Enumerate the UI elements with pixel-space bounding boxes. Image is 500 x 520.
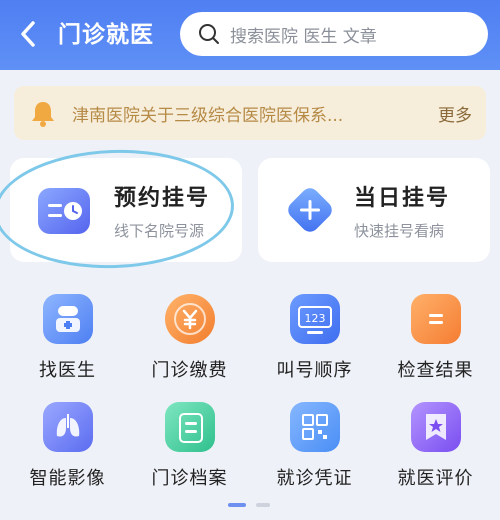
archive-icon xyxy=(164,402,215,452)
same-day-card[interactable]: 当日挂号 快速挂号看病 xyxy=(258,158,490,262)
page-dot[interactable] xyxy=(256,503,270,507)
page-indicator xyxy=(0,503,500,509)
grid-label: 就医评价 xyxy=(397,468,474,489)
report-icon xyxy=(410,294,461,344)
page-dot-active[interactable] xyxy=(228,503,246,507)
yuan-coin-icon xyxy=(164,294,215,344)
notice-more-link[interactable]: 更多 xyxy=(438,101,472,126)
chevron-left-icon xyxy=(21,21,35,47)
grid-item-payment[interactable]: 门诊缴费 xyxy=(127,294,252,382)
grid-item-results[interactable]: 检查结果 xyxy=(373,294,498,382)
grid-label: 叫号顺序 xyxy=(276,360,353,381)
grid-item-find-doctor[interactable]: 找医生 xyxy=(5,294,130,382)
grid-label: 找医生 xyxy=(39,360,96,381)
grid-item-voucher[interactable]: 就诊凭证 xyxy=(252,402,377,490)
grid-item-imaging[interactable]: 智能影像 xyxy=(5,402,130,490)
page-title: 门诊就医 xyxy=(58,22,154,48)
back-button[interactable] xyxy=(12,16,44,52)
grid-label: 门诊缴费 xyxy=(151,360,228,381)
grid-label: 智能影像 xyxy=(29,468,106,489)
search-icon xyxy=(198,23,220,45)
queue-number-icon: 123 xyxy=(289,294,340,344)
bell-icon xyxy=(30,99,56,127)
grid-item-queue[interactable]: 123 叫号顺序 xyxy=(252,294,377,382)
notice-banner[interactable]: 津南医院关于三级综合医院医保系... 更多 xyxy=(14,86,486,140)
grid-item-archive[interactable]: 门诊档案 xyxy=(127,402,252,490)
grid-label: 门诊档案 xyxy=(151,468,228,489)
grid-label: 检查结果 xyxy=(397,360,474,381)
search-placeholder: 搜索医院 医生 文章 xyxy=(230,26,377,47)
qr-code-icon xyxy=(289,402,340,452)
star-badge-icon xyxy=(410,402,461,452)
doctor-icon xyxy=(42,294,93,344)
notice-text: 津南医院关于三级综合医院医保系... xyxy=(72,105,344,126)
svg-text:123: 123 xyxy=(304,312,325,325)
lung-image-icon xyxy=(42,402,93,452)
same-day-title: 当日挂号 xyxy=(354,186,451,211)
header-bar: 门诊就医 搜索医院 医生 文章 xyxy=(0,0,500,70)
grid-label: 就诊凭证 xyxy=(276,468,353,489)
search-input[interactable]: 搜索医院 医生 文章 xyxy=(180,12,488,56)
grid-item-rating[interactable]: 就医评价 xyxy=(373,402,498,490)
plus-diamond-icon xyxy=(282,182,338,236)
same-day-subtitle: 快速挂号看病 xyxy=(354,222,445,240)
